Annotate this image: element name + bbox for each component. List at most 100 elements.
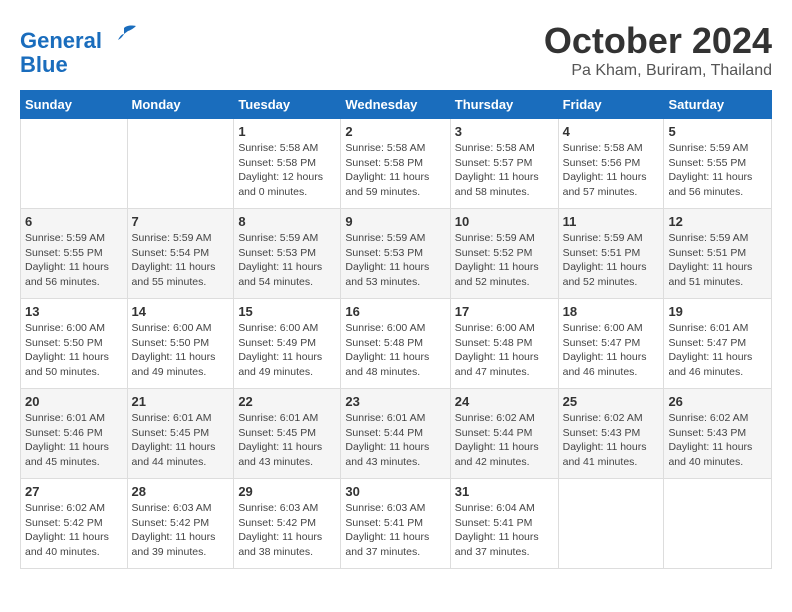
day-info: Sunrise: 6:01 AMSunset: 5:45 PMDaylight:… <box>132 411 230 470</box>
daylight-text: Daylight: 11 hours <box>238 351 322 363</box>
calendar-cell: 7Sunrise: 5:59 AMSunset: 5:54 PMDaylight… <box>127 209 234 299</box>
calendar-cell: 1 Sunrise: 5:58 AMSunset: 5:58 PMDaylight… <box>234 119 341 209</box>
daylight-text: Daylight: 11 hours <box>563 171 647 183</box>
calendar-cell: 13Sunrise: 6:00 AMSunset: 5:50 PMDayligh… <box>21 299 128 389</box>
daylight-text: Daylight: 11 hours <box>345 531 429 543</box>
daylight-text: Daylight: 11 hours <box>345 351 429 363</box>
sunrise-text: Sunrise: 6:00 AM <box>25 322 105 334</box>
daylight-text: Daylight: 11 hours <box>668 171 752 183</box>
sunset-text: Sunset: 5:47 PM <box>668 337 746 349</box>
daylight-text: Daylight: 11 hours <box>455 351 539 363</box>
sunset-text: Sunset: 5:45 PM <box>238 427 316 439</box>
day-info: Sunrise: 6:01 AMSunset: 5:44 PMDaylight:… <box>345 411 445 470</box>
calendar-cell: 19 Sunrise: 6:01 AM Sunset: 5:47 PM Dayligh… <box>664 299 772 389</box>
sunset-text: Sunset: 5:55 PM <box>668 157 746 169</box>
day-info: Sunrise: 6:04 AMSunset: 5:41 PMDaylight:… <box>455 501 554 560</box>
calendar-cell: 6Sunrise: 5:59 AMSunset: 5:55 PMDaylight… <box>21 209 128 299</box>
sunrise-text: Sunrise: 5:59 AM <box>132 232 212 244</box>
sunset-text: Sunset: 5:41 PM <box>455 517 533 529</box>
day-number: 26 <box>668 394 767 409</box>
calendar-cell: 21 Sunrise: 6:01 AMSunset: 5:45 PMDayligh… <box>127 389 234 479</box>
daylight-text: Daylight: 11 hours <box>563 441 647 453</box>
calendar-cell: 12Sunrise: 5:59 AMSunset: 5:51 PMDayligh… <box>664 209 772 299</box>
daylight-text2: and 37 minutes. <box>345 546 420 558</box>
logo-blue: Blue <box>20 52 68 77</box>
day-number: 22 <box>238 394 336 409</box>
calendar-cell: 11Sunrise: 5:59 AMSunset: 5:51 PMDayligh… <box>558 209 664 299</box>
daylight-text2: and 44 minutes. <box>132 456 207 468</box>
daylight-text2: and 38 minutes. <box>238 546 313 558</box>
daylight-text2: and 37 minutes. <box>455 546 530 558</box>
sunset-text: Sunset: 5:51 PM <box>668 247 746 259</box>
sunset-text: Sunset: 5:41 PM <box>345 517 423 529</box>
day-number: 21 <box>132 394 230 409</box>
day-number: 4 <box>563 124 660 139</box>
sunset-text: Sunset: 5:48 PM <box>455 337 533 349</box>
day-info: Sunrise: 6:01 AMSunset: 5:46 PMDaylight:… <box>25 411 123 470</box>
daylight-text: Daylight: 11 hours <box>132 351 216 363</box>
day-info: Sunrise: 6:00 AMSunset: 5:50 PMDaylight:… <box>132 321 230 380</box>
daylight-text2: and 53 minutes. <box>345 276 420 288</box>
day-info: Sunrise: 5:58 AMSunset: 5:58 PMDaylight:… <box>238 141 336 200</box>
sunrise-text: Sunrise: 5:58 AM <box>563 142 643 154</box>
daylight-text: Daylight: 11 hours <box>668 351 752 363</box>
day-info: Sunrise: 6:00 AMSunset: 5:48 PMDaylight:… <box>345 321 445 380</box>
daylight-text2: and 54 minutes. <box>238 276 313 288</box>
daylight-text2: and 45 minutes. <box>25 456 100 468</box>
sunset-text: Sunset: 5:45 PM <box>132 427 210 439</box>
day-info: Sunrise: 5:59 AMSunset: 5:52 PMDaylight:… <box>455 231 554 290</box>
day-number: 31 <box>455 484 554 499</box>
sunrise-text: Sunrise: 6:00 AM <box>563 322 643 334</box>
day-number: 1 <box>238 124 336 139</box>
day-info: Sunrise: 6:01 AM Sunset: 5:47 PM Daylight:… <box>668 321 767 380</box>
sunset-text: Sunset: 5:44 PM <box>455 427 533 439</box>
day-info: Sunrise: 6:02 AMSunset: 5:44 PMDaylight:… <box>455 411 554 470</box>
daylight-text: Daylight: 11 hours <box>563 261 647 273</box>
sunrise-text: Sunrise: 6:02 AM <box>563 412 643 424</box>
daylight-text2: and 0 minutes. <box>238 186 307 198</box>
sunrise-text: Sunrise: 5:58 AM <box>455 142 535 154</box>
sunset-text: Sunset: 5:43 PM <box>563 427 641 439</box>
sunset-text: Sunset: 5:50 PM <box>25 337 103 349</box>
calendar-cell: 24Sunrise: 6:02 AMSunset: 5:44 PMDayligh… <box>450 389 558 479</box>
sunrise-text: Sunrise: 5:59 AM <box>455 232 535 244</box>
daylight-text: Daylight: 11 hours <box>25 531 109 543</box>
daylight-text2: and 42 minutes. <box>455 456 530 468</box>
sunset-text: Sunset: 5:58 PM <box>345 157 423 169</box>
daylight-text: Daylight: 11 hours <box>455 261 539 273</box>
sunset-text: Sunset: 5:54 PM <box>132 247 210 259</box>
calendar-cell: 16Sunrise: 6:00 AMSunset: 5:48 PMDayligh… <box>341 299 450 389</box>
calendar-cell: 5Sunrise: 5:59 AMSunset: 5:55 PMDaylight… <box>664 119 772 209</box>
day-number: 30 <box>345 484 445 499</box>
sunrise-text: Sunrise: 6:04 AM <box>455 502 535 514</box>
day-info: Sunrise: 6:02 AM Sunset: 5:43 PM Daylight:… <box>563 411 660 470</box>
daylight-text2: and 57 minutes. <box>563 186 638 198</box>
sunrise-text: Sunrise: 6:01 AM <box>668 322 748 334</box>
day-info: Sunrise: 6:02 AMSunset: 5:42 PMDaylight:… <box>25 501 123 560</box>
sunrise-text: Sunrise: 6:01 AM <box>238 412 318 424</box>
daylight-text2: and 39 minutes. <box>132 546 207 558</box>
day-number: 5 <box>668 124 767 139</box>
calendar-cell: 22Sunrise: 6:01 AMSunset: 5:45 PMDayligh… <box>234 389 341 479</box>
day-info: Sunrise: 6:00 AMSunset: 5:47 PMDaylight:… <box>563 321 660 380</box>
day-info: Sunrise: 6:00 AMSunset: 5:48 PMDaylight:… <box>455 321 554 380</box>
day-number: 10 <box>455 214 554 229</box>
daylight-text: Daylight: 11 hours <box>668 261 752 273</box>
daylight-text: Daylight: 11 hours <box>25 441 109 453</box>
calendar-cell: 23 Sunrise: 6:01 AMSunset: 5:44 PMDayligh… <box>341 389 450 479</box>
day-number: 8 <box>238 214 336 229</box>
day-number: 23 <box>345 394 445 409</box>
calendar-cell: 15Sunrise: 6:00 AMSunset: 5:49 PMDayligh… <box>234 299 341 389</box>
daylight-text2: and 46 minutes. <box>563 366 638 378</box>
calendar-cell <box>127 119 234 209</box>
header-sunday: Sunday <box>21 91 128 119</box>
calendar-cell: 20 Sunrise: 6:01 AMSunset: 5:46 PMDayligh… <box>21 389 128 479</box>
daylight-text: Daylight: 11 hours <box>132 531 216 543</box>
day-info: Sunrise: 5:58 AMSunset: 5:56 PMDaylight:… <box>563 141 660 200</box>
day-number: 20 <box>25 394 123 409</box>
location: Pa Kham, Buriram, Thailand <box>544 62 772 80</box>
day-number: 17 <box>455 304 554 319</box>
day-number: 19 <box>668 304 767 319</box>
sunrise-text: Sunrise: 5:59 AM <box>25 232 105 244</box>
daylight-text2: and 40 minutes. <box>668 456 743 468</box>
